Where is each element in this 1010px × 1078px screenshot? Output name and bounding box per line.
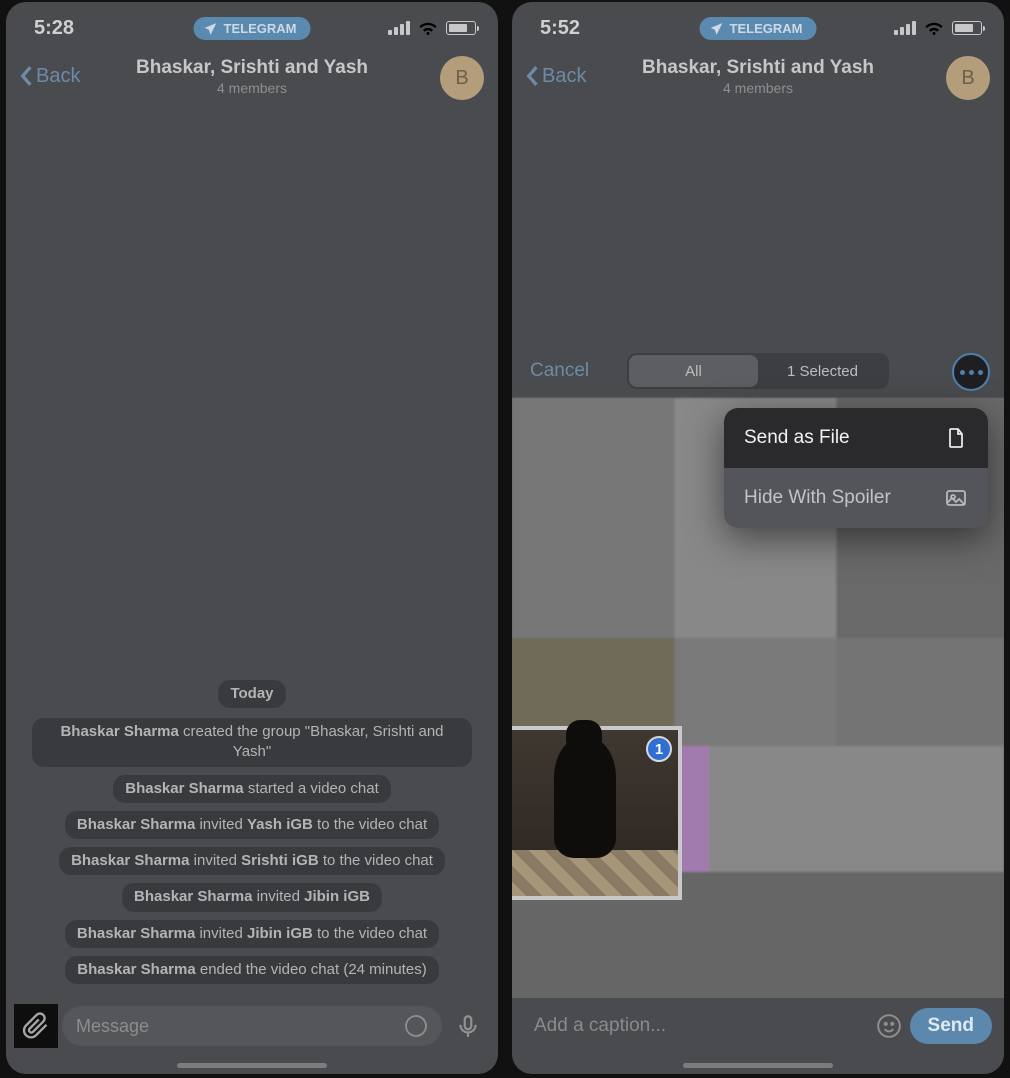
- battery-icon: [952, 21, 982, 35]
- pill-label: TELEGRAM: [730, 21, 803, 36]
- chat-title-block[interactable]: Bhaskar, Srishti and Yash 4 members: [136, 57, 368, 96]
- emoji-icon[interactable]: [876, 1013, 902, 1039]
- back-label: Back: [36, 65, 80, 88]
- status-bar: 5:52 TELEGRAM: [512, 2, 1004, 46]
- chat-title-block[interactable]: Bhaskar, Srishti and Yash 4 members: [642, 57, 874, 96]
- wifi-icon: [418, 21, 438, 36]
- caption-input[interactable]: Add a caption...: [524, 1013, 902, 1039]
- chat-avatar[interactable]: B: [946, 56, 990, 100]
- telegram-pill: TELEGRAM: [194, 17, 311, 40]
- phone-right: 5:52 TELEGRAM Back Bhaskar, Srishti and …: [512, 2, 1004, 1074]
- message-placeholder: Message: [76, 1016, 149, 1037]
- chat-subtitle: 4 members: [136, 80, 368, 96]
- status-time: 5:28: [34, 17, 74, 40]
- nav-bar: Back Bhaskar, Srishti and Yash 4 members…: [512, 46, 1004, 106]
- message-input[interactable]: Message: [62, 1006, 442, 1046]
- menu-label: Hide With Spoiler: [744, 487, 891, 509]
- paperclip-icon: [22, 1012, 50, 1040]
- chevron-left-icon: [524, 65, 540, 87]
- system-message: Bhaskar Sharma invited Yash iGB to the v…: [65, 811, 439, 839]
- system-message: Bhaskar Sharma started a video chat: [113, 775, 391, 803]
- paper-plane-icon: [710, 22, 724, 36]
- pill-label: TELEGRAM: [224, 21, 297, 36]
- input-bar: Message: [6, 998, 498, 1054]
- mic-button[interactable]: [446, 1004, 490, 1048]
- send-button[interactable]: Send: [910, 1008, 992, 1044]
- sticker-icon[interactable]: [404, 1014, 428, 1038]
- selection-badge: 1: [646, 736, 672, 762]
- caption-bar: Add a caption... Send: [512, 998, 1004, 1054]
- nav-bar: Back Bhaskar, Srishti and Yash 4 members…: [6, 46, 498, 106]
- paper-plane-icon: [204, 22, 218, 36]
- system-message: Bhaskar Sharma invited Jibin iGB to the …: [65, 920, 439, 948]
- status-bar: 5:28 TELEGRAM: [6, 2, 498, 46]
- segment-all[interactable]: All: [629, 355, 758, 387]
- wifi-icon: [924, 21, 944, 36]
- system-message: Bhaskar Sharma ended the video chat (24 …: [65, 956, 438, 984]
- menu-send-as-file[interactable]: Send as File: [724, 408, 988, 468]
- attachment-sheet-header: Cancel All 1 Selected: [512, 348, 1004, 394]
- dots-icon: [960, 370, 965, 375]
- system-message: Bhaskar Sharma invited Jibin iGB: [122, 883, 382, 911]
- back-label: Back: [542, 65, 586, 88]
- phone-left: 5:28 TELEGRAM Back Bhaskar, Srishti and …: [6, 2, 498, 1074]
- caption-placeholder: Add a caption...: [534, 1015, 666, 1037]
- chat-title: Bhaskar, Srishti and Yash: [136, 57, 368, 79]
- telegram-pill: TELEGRAM: [700, 17, 817, 40]
- status-time: 5:52: [540, 17, 580, 40]
- home-indicator[interactable]: [683, 1063, 833, 1068]
- context-menu: Send as File Hide With Spoiler: [724, 408, 988, 528]
- date-separator: Today: [218, 680, 285, 708]
- menu-hide-spoiler[interactable]: Hide With Spoiler: [724, 468, 988, 528]
- chat-subtitle: 4 members: [642, 80, 874, 96]
- attach-button[interactable]: [14, 1004, 58, 1048]
- chat-title: Bhaskar, Srishti and Yash: [642, 57, 874, 79]
- selected-photo-thumb[interactable]: 1: [512, 730, 678, 896]
- dog-photo: [554, 738, 616, 858]
- file-icon: [944, 426, 968, 450]
- segment-selected[interactable]: 1 Selected: [758, 355, 887, 387]
- chat-avatar[interactable]: B: [440, 56, 484, 100]
- mic-icon: [455, 1013, 481, 1039]
- cancel-button[interactable]: Cancel: [530, 360, 589, 382]
- spoiler-icon: [944, 486, 968, 510]
- chat-body[interactable]: Today Bhaskar Sharma created the group "…: [6, 106, 498, 998]
- back-button[interactable]: Back: [524, 65, 586, 88]
- system-messages: Today Bhaskar Sharma created the group "…: [6, 676, 498, 988]
- cellular-icon: [894, 21, 916, 35]
- home-indicator[interactable]: [177, 1063, 327, 1068]
- system-message: Bhaskar Sharma created the group "Bhaska…: [32, 718, 472, 767]
- album-segmented-control[interactable]: All 1 Selected: [627, 353, 889, 389]
- battery-icon: [446, 21, 476, 35]
- system-message: Bhaskar Sharma invited Srishti iGB to th…: [59, 847, 445, 875]
- chevron-left-icon: [18, 65, 34, 87]
- back-button[interactable]: Back: [18, 65, 80, 88]
- more-options-button[interactable]: [952, 353, 990, 391]
- menu-label: Send as File: [744, 427, 850, 449]
- cellular-icon: [388, 21, 410, 35]
